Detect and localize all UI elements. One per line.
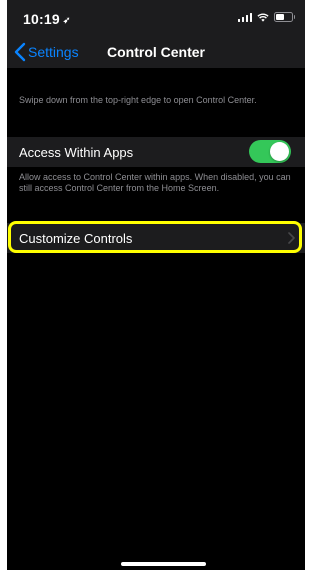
battery-icon bbox=[274, 12, 295, 22]
page-title: Control Center bbox=[107, 44, 205, 60]
toggle-knob bbox=[270, 142, 289, 161]
access-within-apps-footer: Allow access to Control Center within ap… bbox=[19, 172, 291, 193]
navigation-bar: Settings Control Center bbox=[7, 36, 305, 68]
status-icons bbox=[237, 12, 295, 22]
phone-screen: 10:19 ➶ Settings Control Center Swipe do… bbox=[7, 0, 305, 570]
control-center-description: Swipe down from the top-right edge to op… bbox=[19, 95, 257, 105]
battery-tip bbox=[293, 15, 295, 19]
home-indicator[interactable] bbox=[121, 562, 206, 566]
status-bar: 10:19 ➶ bbox=[7, 0, 305, 36]
access-within-apps-toggle[interactable] bbox=[249, 140, 291, 163]
status-time-text: 10:19 bbox=[23, 11, 60, 27]
settings-content: Swipe down from the top-right edge to op… bbox=[7, 68, 305, 570]
status-time: 10:19 ➶ bbox=[23, 11, 71, 27]
highlight-box bbox=[8, 221, 302, 253]
cellular-signal-icon bbox=[237, 12, 252, 22]
battery-fill bbox=[276, 14, 284, 20]
location-arrow-icon: ➶ bbox=[62, 15, 71, 25]
wifi-icon bbox=[257, 13, 269, 22]
access-within-apps-row: Access Within Apps bbox=[7, 137, 305, 167]
